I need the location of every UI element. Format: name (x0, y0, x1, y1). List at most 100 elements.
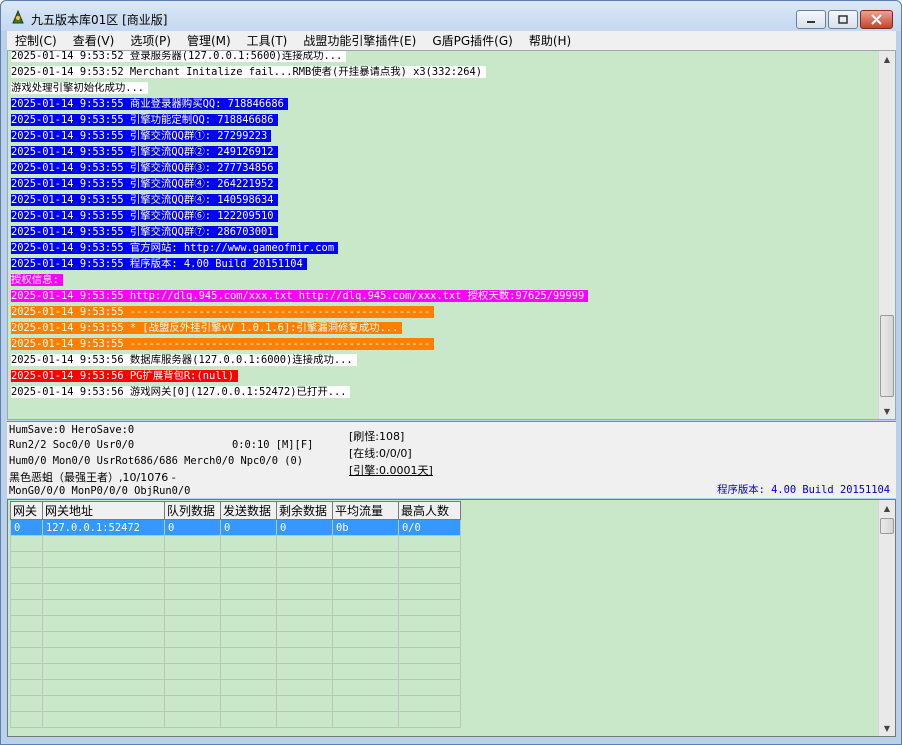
log-line-text: 2025-01-14 9:53:55 引擎交流QQ群②: 249126912 (11, 146, 278, 158)
gateway-grid[interactable]: 网关 网关地址 队列数据 发送数据 剩余数据 平均流量 最高人数 0 127.0.… (7, 499, 896, 737)
table-row-empty[interactable] (10, 535, 461, 552)
table-cell (332, 567, 399, 584)
menu-manage[interactable]: 管理(M) (179, 32, 239, 49)
title-bar[interactable]: 九五版本库01区 [商业版] (1, 1, 901, 31)
log-line: 2025-01-14 9:53:55 程序版本: 4.00 Build 2015… (11, 256, 873, 272)
table-cell (220, 663, 277, 680)
table-cell (332, 647, 399, 664)
log-panel[interactable]: 2025-01-14 9:53:52 登录服务器(127.0.0.1:5600)… (7, 50, 896, 420)
table-cell (276, 647, 333, 664)
grid-scrollbar[interactable]: ▲ ▼ (878, 500, 895, 736)
col-avg-traffic[interactable]: 平均流量 (332, 501, 399, 520)
table-cell (398, 567, 461, 584)
menu-help[interactable]: 帮助(H) (521, 32, 579, 49)
menu-control[interactable]: 控制(C) (7, 32, 65, 49)
table-row-empty[interactable] (10, 551, 461, 568)
table-cell (276, 711, 333, 728)
log-lines: 2025-01-14 9:53:52 登录服务器(127.0.0.1:5600)… (11, 51, 873, 400)
table-cell (398, 695, 461, 712)
menu-tools[interactable]: 工具(T) (239, 32, 296, 49)
table-cell: 0 (220, 519, 277, 536)
table-cell (164, 615, 221, 632)
log-line: 2025-01-14 9:53:56 数据库服务器(127.0.0.1:6000… (11, 352, 873, 368)
scroll-up-icon[interactable]: ▲ (879, 500, 895, 516)
scroll-thumb[interactable] (880, 315, 894, 397)
col-gateway-address[interactable]: 网关地址 (42, 501, 165, 520)
log-line: 2025-01-14 9:53:56 PG扩展背包R:(null) (11, 368, 873, 384)
gateway-table: 网关 网关地址 队列数据 发送数据 剩余数据 平均流量 最高人数 0 127.0.… (10, 501, 461, 728)
scroll-thumb[interactable] (880, 518, 894, 534)
col-queue-data[interactable]: 队列数据 (164, 501, 221, 520)
table-cell (42, 599, 165, 616)
minimize-button[interactable] (796, 10, 826, 29)
table-cell (276, 615, 333, 632)
table-cell (42, 631, 165, 648)
table-cell (398, 551, 461, 568)
table-row-empty[interactable] (10, 567, 461, 584)
table-cell (276, 679, 333, 696)
table-cell: 127.0.0.1:52472 (42, 519, 165, 536)
table-cell (398, 615, 461, 632)
log-line-text: 2025-01-14 9:53:55 http://dlq.945.com/xx… (11, 290, 589, 302)
col-send-data[interactable]: 发送数据 (220, 501, 277, 520)
table-cell (164, 663, 221, 680)
log-line-text: 2025-01-14 9:53:55 * [战盟反外挂引擎vV 1.0.1.6]… (11, 322, 403, 334)
close-button[interactable] (860, 10, 893, 29)
col-max-users[interactable]: 最高人数 (398, 501, 461, 520)
table-row-empty[interactable] (10, 647, 461, 664)
table-row-empty[interactable] (10, 599, 461, 616)
status-run: Run2/2 Soc0/0 Usr0/0 (9, 439, 135, 451)
table-cell (276, 567, 333, 584)
status-version: 程序版本: 4.00 Build 20151104 (717, 484, 890, 496)
table-row-empty[interactable] (10, 679, 461, 696)
maximize-icon (838, 14, 848, 24)
log-line: 2025-01-14 9:53:55 ---------------------… (11, 304, 873, 320)
log-line-text: 2025-01-14 9:53:55 引擎功能定制QQ: 718846686 (11, 114, 278, 126)
scroll-down-icon[interactable]: ▼ (879, 403, 895, 419)
status-engine: [引擎:0.0001天] (349, 464, 433, 477)
scroll-up-icon[interactable]: ▲ (879, 51, 895, 67)
log-line: 2025-01-14 9:53:55 引擎交流QQ群②: 249126912 (11, 144, 873, 160)
table-row-empty[interactable] (10, 711, 461, 728)
maximize-button[interactable] (828, 10, 858, 29)
col-gateway[interactable]: 网关 (10, 501, 43, 520)
log-line: 2025-01-14 9:53:55 引擎功能定制QQ: 718846686 (11, 112, 873, 128)
log-line: 2025-01-14 9:53:55 引擎交流QQ群①: 27299223 (11, 128, 873, 144)
table-cell (398, 583, 461, 600)
table-cell (220, 679, 277, 696)
log-line-text: 2025-01-14 9:53:55 引擎交流QQ群⑥: 122209510 (11, 210, 278, 222)
log-line-text: 2025-01-14 9:53:55 ---------------------… (11, 306, 435, 318)
table-cell (276, 599, 333, 616)
window-title: 九五版本库01区 [商业版] (31, 13, 168, 27)
table-cell (276, 663, 333, 680)
log-line: 2025-01-14 9:53:56 游戏网关[0](127.0.0.1:524… (11, 384, 873, 400)
log-line: 2025-01-14 9:53:55 引擎交流QQ群⑦: 286703001 (11, 224, 873, 240)
log-line-text: 2025-01-14 9:53:55 引擎交流QQ群⑦: 286703001 (11, 226, 278, 238)
table-cell (10, 567, 43, 584)
menu-view[interactable]: 查看(V) (65, 32, 123, 49)
table-row-empty[interactable] (10, 583, 461, 600)
table-row[interactable]: 0 127.0.0.1:52472 0 0 0 0b 0/0 (10, 519, 461, 536)
log-line: 2025-01-14 9:53:55 商业登录器购买QQ: 718846686 (11, 96, 873, 112)
status-save: HumSave:0 HeroSave:0 (9, 424, 135, 436)
table-row-empty[interactable] (10, 615, 461, 632)
table-body: 0 127.0.0.1:52472 0 0 0 0b 0/0 (10, 519, 461, 728)
table-cell (10, 647, 43, 664)
scroll-down-icon[interactable]: ▼ (879, 720, 895, 736)
log-line-text: 2025-01-14 9:53:55 商业登录器购买QQ: 718846686 (11, 98, 288, 110)
status-player: 黑色恶蛆（最强王者）,10/1076 - (9, 471, 176, 484)
table-cell (42, 679, 165, 696)
menu-options[interactable]: 选项(P) (122, 32, 179, 49)
log-line: 2025-01-14 9:53:55 引擎交流QQ群③: 277734856 (11, 160, 873, 176)
log-line: 2025-01-14 9:53:55 引擎交流QQ群④: 140598634 (11, 192, 873, 208)
col-remaining-data[interactable]: 剩余数据 (276, 501, 333, 520)
table-row-empty[interactable] (10, 631, 461, 648)
menu-engine-plugin[interactable]: 战盟功能引擎插件(E) (295, 32, 424, 49)
menu-gdun-plugin[interactable]: G盾PG插件(G) (424, 32, 521, 49)
log-line-text: 2025-01-14 9:53:56 数据库服务器(127.0.0.1:6000… (11, 354, 357, 366)
table-cell (42, 711, 165, 728)
log-line-text: 2025-01-14 9:53:55 程序版本: 4.00 Build 2015… (11, 258, 307, 270)
table-row-empty[interactable] (10, 663, 461, 680)
table-row-empty[interactable] (10, 695, 461, 712)
log-scrollbar[interactable]: ▲ ▼ (878, 51, 895, 419)
